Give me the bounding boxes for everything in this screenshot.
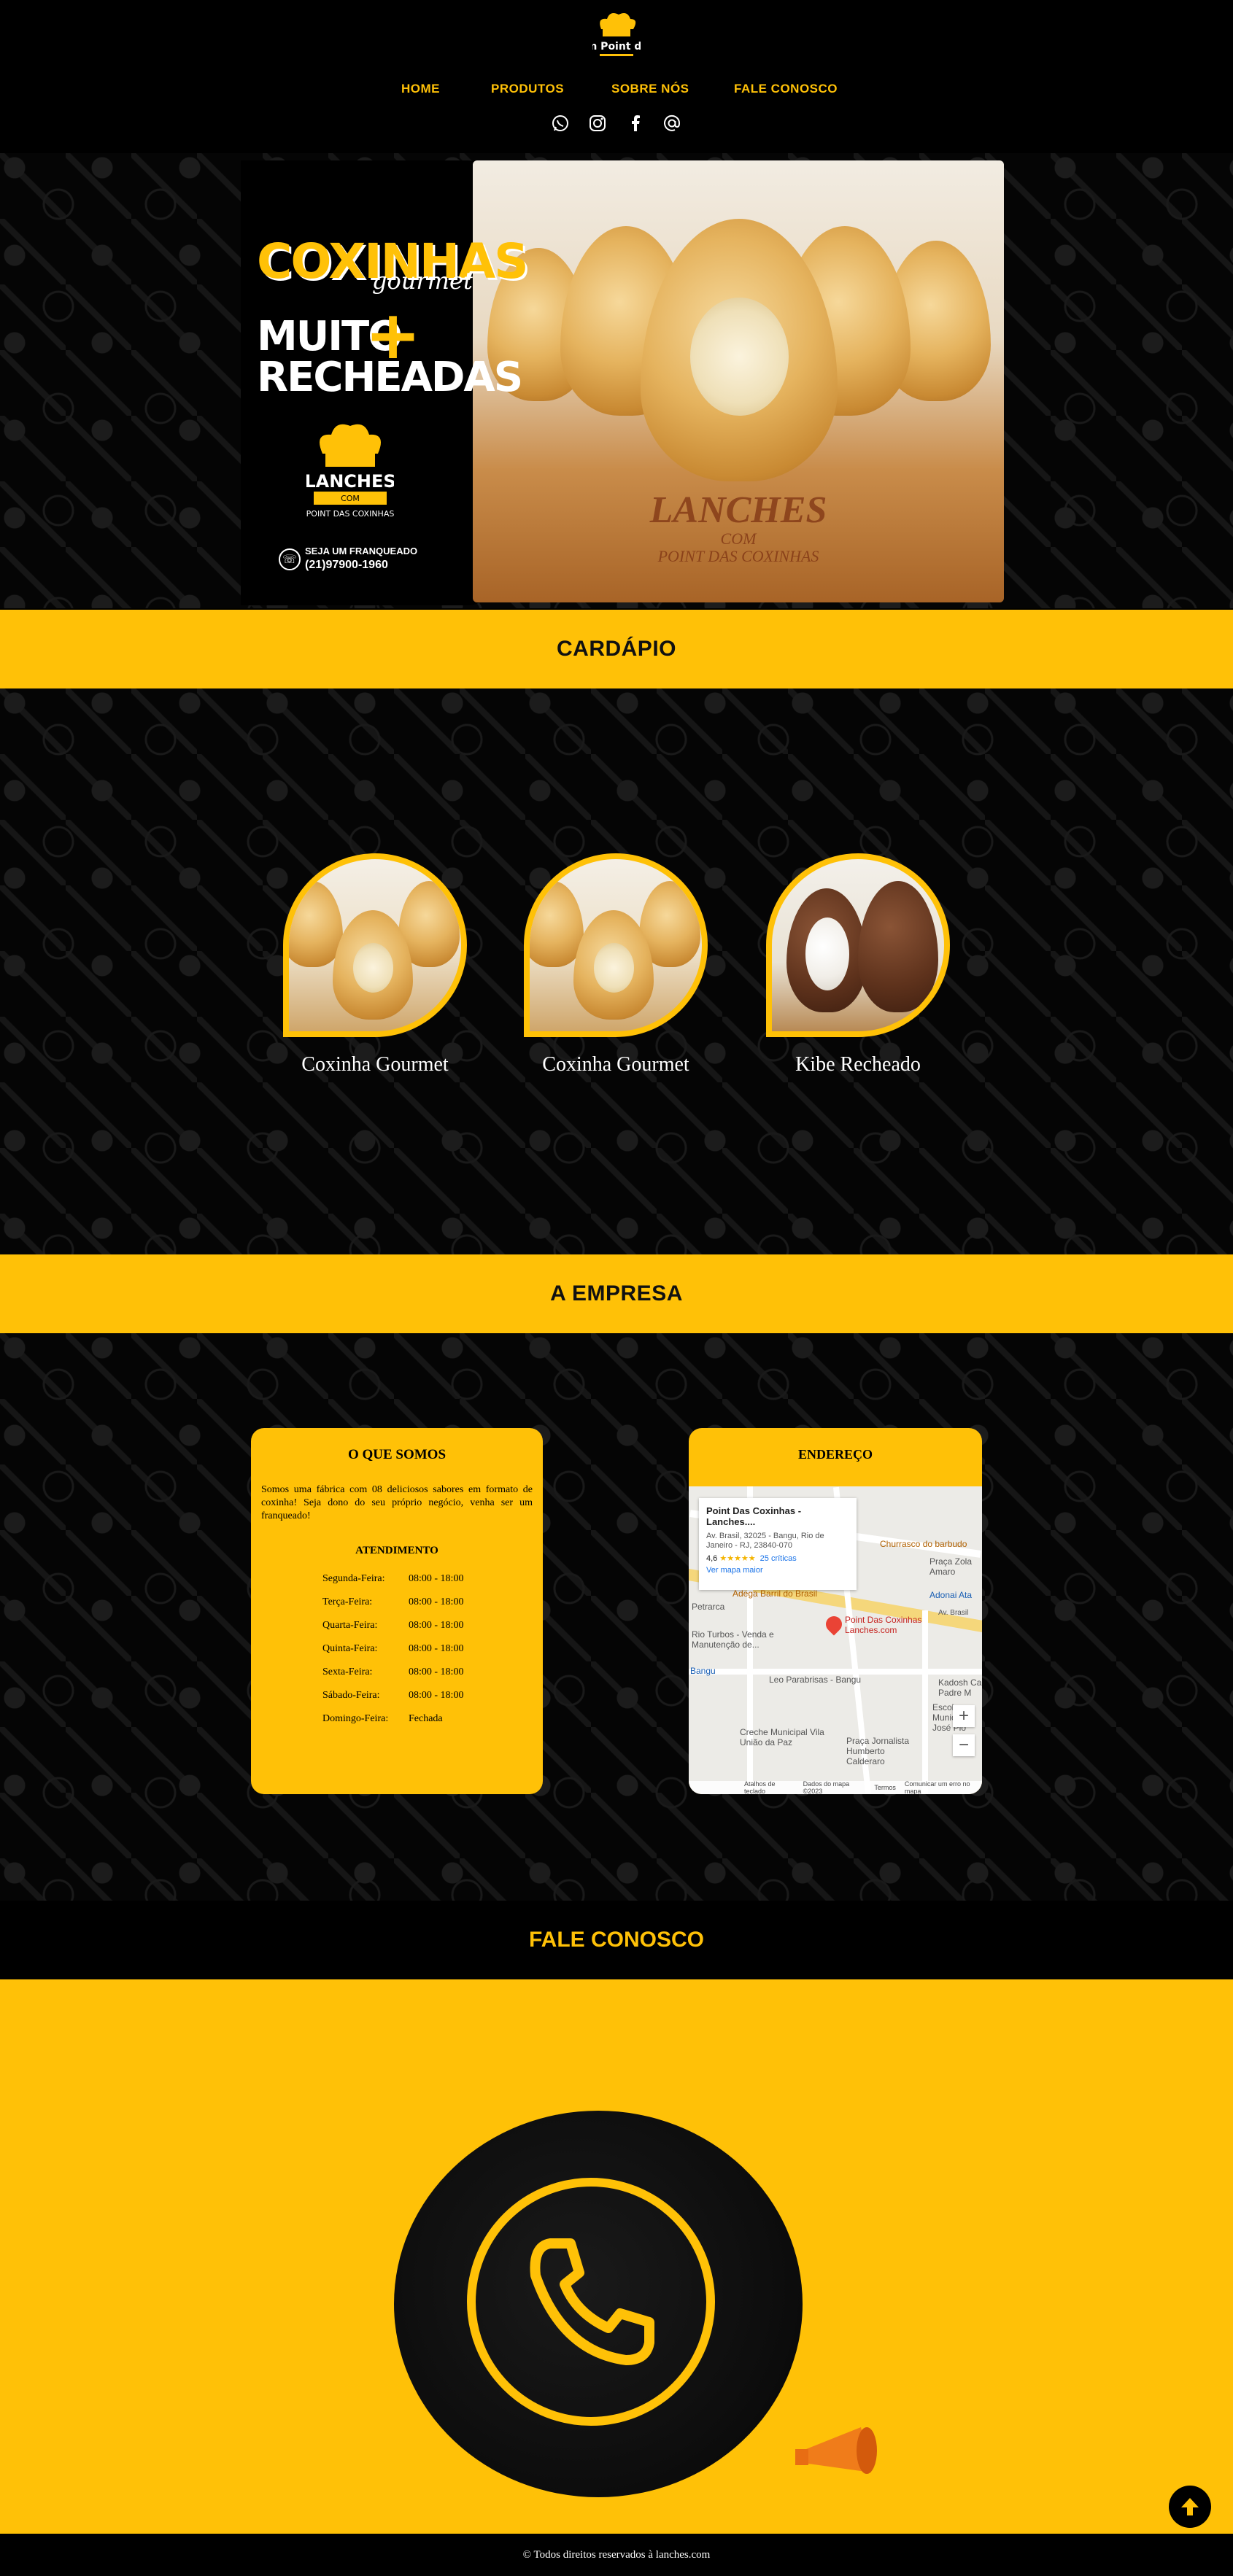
facebook-icon[interactable]: [625, 112, 646, 134]
phone-icon: [530, 2238, 654, 2365]
nav-sobre[interactable]: SOBRE NÓS: [611, 82, 689, 96]
hours-title: ATENDIMENTO: [355, 1545, 438, 1556]
menu-item-image: [283, 853, 467, 1037]
menu-section: Coxinha Gourmet Coxinha Gourmet Kibe Rec…: [0, 688, 1233, 1254]
hours-row: Segunda-Feira: 08:00 - 18:00: [322, 1573, 464, 1584]
map-zoom-out-button[interactable]: −: [953, 1734, 975, 1756]
address-title: ENDEREÇO: [797, 1447, 873, 1462]
map-report-link[interactable]: Comunicar um erro no mapa: [905, 1780, 982, 1794]
address-card: ENDEREÇO Point Das Coxinhas - Lanches...…: [689, 1428, 982, 1794]
copyright-text: © Todos direitos reservados à lanches.co…: [522, 2548, 711, 2561]
menu-card[interactable]: Kibe Recheado: [763, 853, 953, 1076]
map-shortcuts-link[interactable]: Atalhos de teclado: [744, 1780, 795, 1794]
embedded-map[interactable]: Point Das Coxinhas - Lanches.... Av. Bra…: [689, 1486, 982, 1794]
instagram-icon[interactable]: [587, 112, 608, 134]
hero-logo: LANCHES COM POINT DAS COXINHAS: [306, 424, 394, 519]
hours-row: Domingo-Feira: Fechada: [322, 1713, 443, 1724]
hero-banner: LANCHES COM POINT DAS COXINHAS: [0, 153, 1233, 608]
site-header: Lanches com Point das Coxinhas HOME PROD…: [0, 0, 1233, 153]
map-terms-link[interactable]: Termos: [874, 1784, 896, 1791]
hours-row: Sábado-Feira: 08:00 - 18:00: [322, 1690, 464, 1701]
hours-row: Quarta-Feira: 08:00 - 18:00: [322, 1620, 464, 1631]
site-footer: © Todos direitos reservados à lanches.co…: [0, 2534, 1233, 2576]
map-larger-link[interactable]: Ver mapa maior: [706, 1566, 849, 1575]
nav-home[interactable]: HOME: [401, 82, 440, 96]
hours-row: Sexta-Feira: 08:00 - 18:00: [322, 1667, 464, 1677]
map-reviews-link[interactable]: 25 críticas: [760, 1554, 797, 1563]
hours-row: Quinta-Feira: 08:00 - 18:00: [322, 1643, 464, 1654]
at-icon[interactable]: [661, 112, 683, 134]
about-text: Somos uma fábrica com 08 deliciosos sabo…: [261, 1484, 533, 1521]
svg-text:COM: COM: [341, 494, 360, 503]
map-data-text: Dados do mapa ©2023: [803, 1780, 850, 1794]
photo-brand-com: COM: [720, 529, 757, 548]
about-card: O QUE SOMOS Somos uma fábrica com 08 del…: [251, 1428, 543, 1794]
empresa-heading: A EMPRESA: [550, 1281, 683, 1306]
hours-table: Segunda-Feira: 08:00 - 18:00 Terça-Feira:…: [322, 1573, 533, 1737]
social-links: [0, 112, 1233, 137]
map-pin-icon[interactable]: [822, 1613, 846, 1636]
menu-card[interactable]: Coxinha Gourmet: [280, 853, 470, 1076]
whatsapp-bubble[interactable]: [394, 2111, 803, 2497]
map-zoom-in-button[interactable]: +: [953, 1705, 975, 1727]
fale-section: [0, 1979, 1233, 2534]
menu-item-name: Coxinha Gourmet: [301, 1053, 449, 1076]
map-place-card: Point Das Coxinhas - Lanches.... Av. Bra…: [699, 1498, 857, 1590]
phone-icon: ☏: [279, 548, 301, 570]
map-footer: Atalhos de teclado Dados do mapa ©2023 T…: [689, 1780, 982, 1794]
hero-photo: LANCHES COM POINT DAS COXINHAS: [473, 160, 1004, 602]
hours-row: Terça-Feira: 08:00 - 18:00: [322, 1597, 464, 1607]
menu-item-image: [766, 853, 950, 1037]
megaphone-icon: [795, 2427, 877, 2474]
empresa-section: O QUE SOMOS Somos uma fábrica com 08 del…: [0, 1333, 1233, 1901]
menu-item-name: Kibe Recheado: [795, 1053, 921, 1076]
svg-text:LANCHES: LANCHES: [306, 471, 394, 492]
nav-fale[interactable]: FALE CONOSCO: [734, 82, 838, 96]
arrow-up-icon: [1181, 2498, 1199, 2515]
franchise-label: SEJA UM FRANQUEADO: [305, 546, 418, 556]
logo-word: Lanches com Point das Coxinhas: [592, 41, 641, 53]
whatsapp-icon[interactable]: [549, 112, 571, 134]
hero-subtitle: gourmet: [372, 267, 473, 295]
franchise-cta[interactable]: ☏ SEJA UM FRANQUEADO (21)97900-1960: [279, 546, 454, 575]
fale-heading: FALE CONOSCO: [528, 1928, 704, 1952]
brand-logo[interactable]: Lanches com Point das Coxinhas: [592, 10, 641, 64]
franchise-phone: (21)97900-1960: [305, 559, 388, 571]
menu-item-image: [524, 853, 708, 1037]
svg-text:POINT DAS COXINHAS: POINT DAS COXINHAS: [306, 509, 394, 519]
menu-item-name: Coxinha Gourmet: [542, 1053, 689, 1076]
photo-brand-word: LANCHES: [649, 489, 827, 531]
empresa-bar: A EMPRESA: [0, 1254, 1233, 1333]
hero-tagline-2: RECHEADAS: [257, 354, 523, 401]
about-title: O QUE SOMOS: [347, 1447, 447, 1462]
back-to-top-button[interactable]: [1169, 2486, 1211, 2528]
fale-header: FALE CONOSCO: [0, 1901, 1233, 1979]
nav-produtos[interactable]: PRODUTOS: [491, 82, 564, 96]
photo-brand-sub: POINT DAS COXINHAS: [657, 547, 819, 565]
cardapio-heading: CARDÁPIO: [556, 637, 676, 661]
cardapio-bar: CARDÁPIO: [0, 610, 1233, 688]
menu-card[interactable]: Coxinha Gourmet: [521, 853, 711, 1076]
